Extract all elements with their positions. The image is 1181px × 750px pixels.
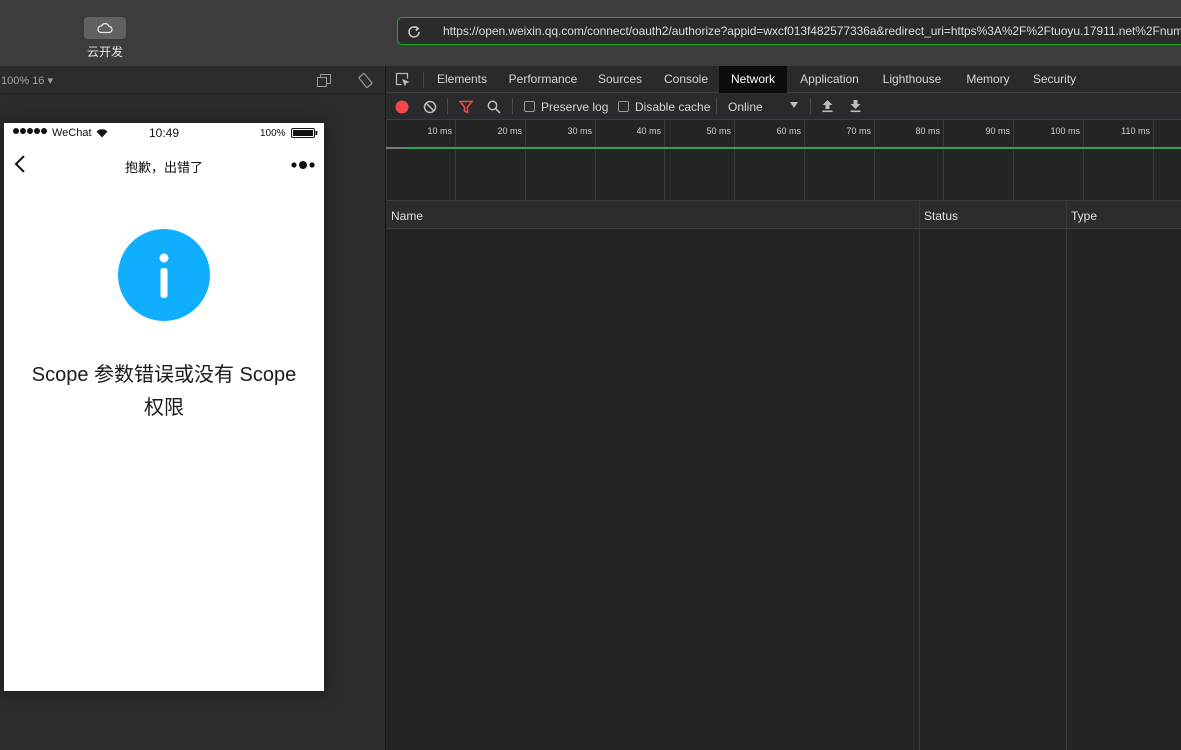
top-toolbar: 云开发 https://open.weixin.qq.com/connect/o… <box>0 0 1181 66</box>
timeline-idle-bar <box>386 147 406 149</box>
network-toolbar: Preserve log Disable cache Online <box>386 93 1181 120</box>
timeline-gridline <box>595 120 596 201</box>
preserve-log-checkbox[interactable] <box>524 101 535 112</box>
column-header-type[interactable]: Type <box>1071 209 1097 223</box>
cloud-dev-button[interactable] <box>84 17 126 39</box>
timeline-tick-label: 10 ms <box>427 126 452 136</box>
phone-status-bar: WeChat 10:49 100% <box>4 123 324 143</box>
cloud-dev-label: 云开发 <box>86 45 123 59</box>
tab-network[interactable]: Network <box>719 66 787 93</box>
column-header-status[interactable]: Status <box>924 209 958 223</box>
timeline-tick-label: 60 ms <box>776 126 801 136</box>
tab-elements[interactable]: Elements <box>430 66 494 93</box>
tab-separator <box>423 72 424 88</box>
timeline-gridline <box>525 120 526 201</box>
tab-console[interactable]: Console <box>656 66 716 93</box>
table-header: Name Status Type <box>386 201 1181 229</box>
error-message: Scope 参数错误或没有 Scope 权限 <box>31 364 297 419</box>
url-text[interactable]: https://open.weixin.qq.com/connect/oauth… <box>443 24 1181 38</box>
devtools-tab-bar: Elements Performance Sources Console Net… <box>386 66 1181 93</box>
rotate-device-icon[interactable] <box>358 73 373 88</box>
url-bar[interactable]: https://open.weixin.qq.com/connect/oauth… <box>397 17 1181 45</box>
search-icon[interactable] <box>487 100 501 114</box>
timeline-tick-label: 80 ms <box>915 126 940 136</box>
info-icon <box>118 229 210 321</box>
timeline-tick-label: 50 ms <box>706 126 731 136</box>
simulator-header: 100% 16 ▾ <box>0 66 386 94</box>
export-har-icon[interactable] <box>849 99 862 113</box>
tab-security[interactable]: Security <box>1026 66 1083 93</box>
throttling-value: Online <box>728 100 763 114</box>
timeline-dom-loaded-bar <box>406 147 1181 149</box>
timeline-gridline <box>734 120 735 201</box>
disable-cache-checkbox[interactable] <box>618 101 629 112</box>
timeline-gridline <box>1013 120 1014 201</box>
timeline-tick-label: 70 ms <box>846 126 871 136</box>
network-request-table: Name Status Type <box>386 201 1181 750</box>
timeline-gridline <box>1153 120 1154 201</box>
column-divider[interactable] <box>919 201 920 750</box>
timeline-tick-label: 110 ms <box>1121 126 1150 136</box>
phone-screen: WeChat 10:49 100% 抱歉，出错了 Scope 参数错误或没有 S… <box>4 123 324 691</box>
toolbar-separator <box>716 98 717 114</box>
preserve-log-label[interactable]: Preserve log <box>541 100 608 114</box>
timeline-gridline <box>1083 120 1084 201</box>
disable-cache-label[interactable]: Disable cache <box>635 100 710 114</box>
column-divider[interactable] <box>1066 201 1067 750</box>
clear-icon[interactable] <box>423 100 437 114</box>
timeline-gridline <box>664 120 665 201</box>
detach-window-icon[interactable] <box>317 74 331 87</box>
caret-down-icon <box>790 102 798 108</box>
timeline-gridline <box>455 120 456 201</box>
battery-percentage: 100% <box>260 128 286 139</box>
carrier-label: WeChat <box>52 127 92 139</box>
tab-memory[interactable]: Memory <box>958 66 1018 93</box>
timeline-gridline <box>943 120 944 201</box>
timeline-tick-label: 90 ms <box>985 126 1010 136</box>
cloud-icon <box>97 22 113 34</box>
battery-icon <box>291 128 318 138</box>
throttling-select[interactable]: Online <box>724 93 804 119</box>
network-timeline-overview[interactable]: 10 ms 20 ms 30 ms 40 ms 50 ms 60 ms 70 m… <box>386 120 1181 201</box>
tab-lighthouse[interactable]: Lighthouse <box>874 66 950 93</box>
filter-icon[interactable] <box>459 100 473 114</box>
tab-application[interactable]: Application <box>791 66 868 93</box>
page-title: 抱歉，出错了 <box>124 160 203 175</box>
zoom-selector[interactable]: 100% 16 ▾ <box>1 74 53 87</box>
column-header-name[interactable]: Name <box>391 209 423 223</box>
toolbar-separator <box>512 98 513 114</box>
toolbar-separator <box>810 98 811 114</box>
timeline-tick-label: 20 ms <box>497 126 522 136</box>
tab-sources[interactable]: Sources <box>590 66 650 93</box>
record-icon[interactable] <box>395 100 409 114</box>
reload-icon[interactable] <box>406 24 422 40</box>
status-time: 10:49 <box>149 126 180 140</box>
timeline-tick-label: 100 ms <box>1050 126 1080 136</box>
simulator-panel: 100% 16 ▾ WeChat 10:49 100% 抱歉，出错了 Scope… <box>0 66 386 750</box>
timeline-tick-label: 30 ms <box>567 126 592 136</box>
signal-icon <box>13 128 47 134</box>
devtools-panel: Elements Performance Sources Console Net… <box>386 66 1181 750</box>
more-options-icon[interactable] <box>290 157 316 173</box>
wechat-nav-bar: 抱歉，出错了 <box>4 145 324 185</box>
inspect-element-icon[interactable] <box>395 72 411 88</box>
wifi-icon <box>96 129 108 138</box>
toolbar-separator <box>447 98 448 114</box>
import-har-icon[interactable] <box>821 99 834 113</box>
timeline-gridline <box>874 120 875 201</box>
timeline-gridline <box>804 120 805 201</box>
tab-performance[interactable]: Performance <box>500 66 586 93</box>
timeline-tick-label: 40 ms <box>636 126 661 136</box>
timeline-gridline <box>386 120 387 201</box>
